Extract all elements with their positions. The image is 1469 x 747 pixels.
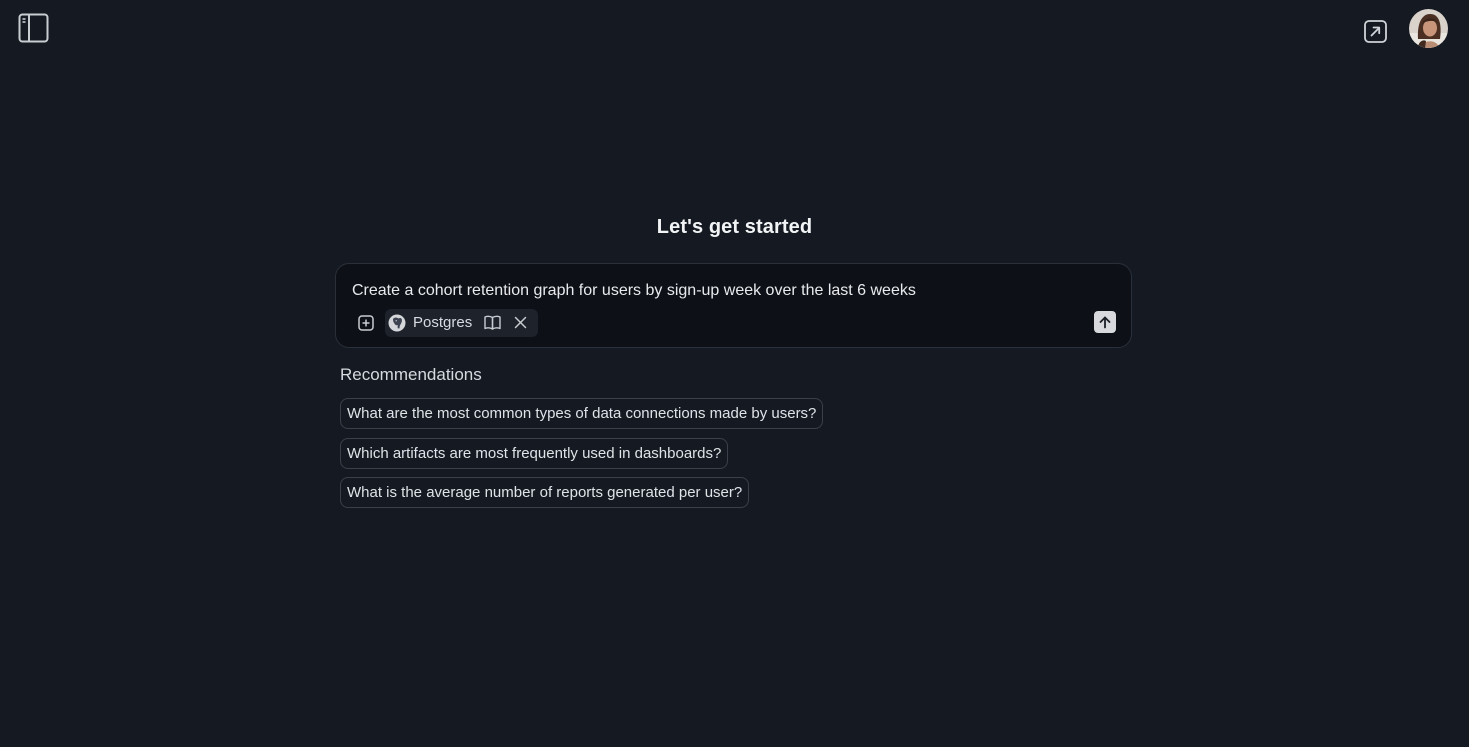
close-icon [514,316,526,329]
docs-button[interactable] [478,309,506,337]
recommendation-chip[interactable]: What is the average number of reports ge… [340,477,750,508]
prompt-composer: Create a cohort retention graph for user… [335,263,1132,348]
book-icon [484,315,501,330]
postgres-icon [388,314,406,331]
composer-toolbar: Postgres [352,308,539,337]
add-context-button[interactable] [352,309,380,337]
data-source-chip[interactable]: Postgres [385,308,539,337]
sidebar-toggle-button[interactable] [16,12,50,44]
recommendations-list: What are the most common types of data c… [340,398,824,517]
user-avatar[interactable] [1409,9,1448,48]
sidebar-toggle-icon [18,13,48,43]
avatar-image [1409,9,1448,48]
page-title: Let's get started [656,216,813,238]
recommendation-chip[interactable]: Which artifacts are most frequently used… [340,437,729,469]
data-source-label: Postgres [413,314,473,331]
open-external-icon [1363,19,1387,43]
recommendation-chip[interactable]: What are the most common types of data c… [340,398,824,429]
send-button[interactable] [1094,311,1116,333]
send-arrow-icon [1099,316,1111,329]
prompt-input[interactable]: Create a cohort retention graph for user… [352,282,1052,300]
open-external-button[interactable] [1360,16,1390,46]
remove-source-button[interactable] [506,309,534,337]
recommendations-heading: Recommendations [340,365,482,384]
add-icon [358,314,374,331]
